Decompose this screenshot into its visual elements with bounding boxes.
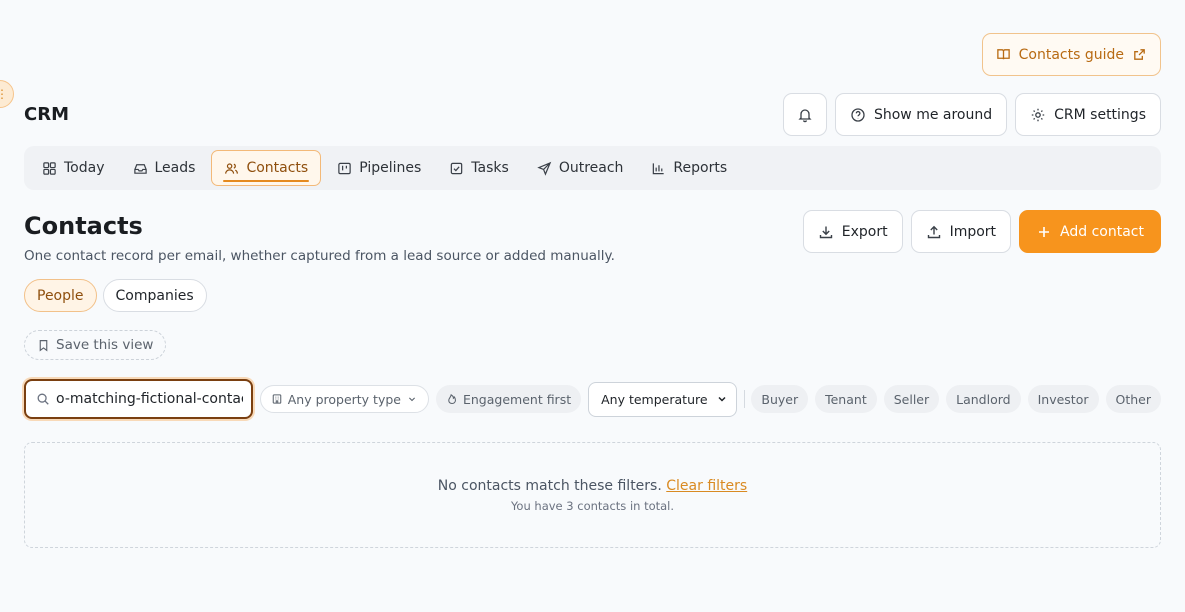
search-box: [24, 379, 253, 419]
bar-chart-icon: [653, 162, 665, 174]
save-view-button[interactable]: Save this view: [24, 330, 167, 360]
bookmark-icon: [39, 339, 48, 352]
app-title: CRM: [24, 104, 69, 125]
clear-filters-link[interactable]: Clear filters: [666, 478, 747, 494]
notifications-button[interactable]: [782, 93, 827, 136]
building-icon: [272, 394, 281, 404]
save-view-label: Save this view: [56, 337, 154, 353]
import-button[interactable]: Import: [910, 210, 1012, 253]
send-icon: [537, 161, 552, 176]
tab-pipelines-label: Pipelines: [359, 160, 422, 176]
filter-bar: Any property type Engagement first Any t…: [24, 379, 1161, 419]
tab-tasks-label: Tasks: [471, 160, 509, 176]
role-chip-buyer[interactable]: Buyer: [751, 385, 809, 413]
external-link-icon: [1134, 49, 1145, 60]
plus-icon: [1039, 226, 1050, 237]
segment-people[interactable]: People: [24, 279, 97, 312]
entity-toggle: People Companies: [24, 279, 207, 312]
role-chip-tenant[interactable]: Tenant: [815, 385, 877, 413]
bell-icon: [798, 108, 812, 122]
crm-settings-label: CRM settings: [1054, 106, 1146, 123]
empty-message: No contacts match these filters.: [437, 477, 662, 494]
role-chip-landlord[interactable]: Landlord: [946, 385, 1021, 413]
role-chip-investor[interactable]: Investor: [1027, 385, 1099, 413]
gear-icon: [1031, 108, 1045, 121]
contacts-total: You have 3 contacts in total.: [510, 498, 675, 513]
show-me-around-label: Show me around: [873, 106, 993, 123]
upload-icon: [927, 225, 940, 238]
help-circle-icon: [851, 107, 865, 122]
property-type-label: Any property type: [287, 391, 401, 407]
grid-icon: [43, 161, 56, 175]
temperature-select[interactable]: Any temperature: [588, 381, 737, 417]
main-tabs: Today Leads Contacts Pipelines Tasks Out…: [24, 146, 1161, 190]
property-type-filter[interactable]: Any property type: [259, 385, 429, 413]
engagement-sort-chip[interactable]: Engagement first: [435, 385, 582, 413]
inbox-icon: [133, 163, 147, 174]
tab-leads[interactable]: Leads: [121, 150, 208, 186]
tab-pipelines[interactable]: Pipelines: [325, 150, 433, 186]
crm-settings-button[interactable]: CRM settings: [1015, 93, 1161, 136]
checkbox-icon: [451, 162, 463, 174]
chevron-down-icon: [408, 397, 416, 402]
download-icon: [819, 226, 832, 238]
temperature-value: Any temperature: [601, 391, 708, 407]
chevron-right-icon: ⋮: [0, 87, 8, 101]
export-label: Export: [841, 223, 888, 240]
engagement-label: Engagement first: [462, 391, 572, 407]
page-actions: Export Import Add contact: [802, 210, 1161, 253]
tab-leads-label: Leads: [154, 160, 196, 176]
top-actions: Show me around CRM settings: [782, 93, 1161, 136]
empty-message-line: No contacts match these filters. Clear f…: [438, 478, 747, 494]
tab-outreach-label: Outreach: [558, 160, 624, 176]
tab-contacts-label: Contacts: [246, 160, 309, 176]
tab-today-label: Today: [64, 160, 105, 176]
page-subtitle: One contact record per email, whether ca…: [24, 248, 615, 264]
tab-reports[interactable]: Reports: [639, 150, 739, 186]
role-chip-seller[interactable]: Seller: [883, 385, 940, 413]
search-input[interactable]: [56, 391, 243, 407]
contacts-guide-label: Contacts guide: [1018, 46, 1124, 63]
flame-icon: [448, 394, 456, 405]
book-icon: [996, 49, 1010, 60]
tab-today[interactable]: Today: [30, 150, 117, 186]
role-chip-other[interactable]: Other: [1105, 385, 1161, 413]
add-contact-label: Add contact: [1060, 223, 1144, 240]
filter-divider: [743, 390, 745, 408]
search-icon: [37, 393, 49, 405]
tab-reports-label: Reports: [673, 160, 728, 176]
show-me-around-button[interactable]: Show me around: [834, 93, 1008, 136]
sidebar-toggle-handle[interactable]: ⋮: [0, 80, 14, 108]
contacts-guide-button[interactable]: Contacts guide: [981, 33, 1161, 76]
page-title: Contacts: [24, 212, 143, 240]
tab-contacts[interactable]: Contacts: [211, 150, 322, 186]
tab-tasks[interactable]: Tasks: [437, 150, 521, 186]
tab-outreach[interactable]: Outreach: [525, 150, 636, 186]
empty-state: No contacts match these filters. Clear f…: [24, 442, 1161, 548]
import-label: Import: [949, 223, 997, 240]
kanban-icon: [338, 162, 351, 174]
add-contact-button[interactable]: Add contact: [1019, 210, 1161, 253]
users-icon: [225, 162, 239, 174]
chevron-down-icon: [718, 396, 726, 402]
export-button[interactable]: Export: [802, 210, 903, 253]
segment-companies[interactable]: Companies: [102, 279, 207, 312]
